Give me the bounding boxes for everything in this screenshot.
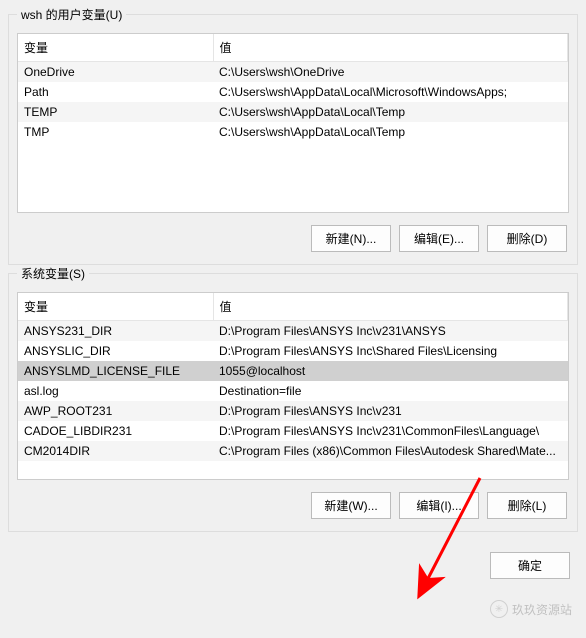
user-edit-button[interactable]: 编辑(E)... [399, 225, 479, 252]
cell-value: D:\Program Files\ANSYS Inc\Shared Files\… [213, 341, 568, 361]
table-row[interactable]: PathC:\Users\wsh\AppData\Local\Microsoft… [18, 82, 568, 102]
table-row[interactable]: CM2014DIRC:\Program Files (x86)\Common F… [18, 441, 568, 461]
table-row[interactable]: TMPC:\Users\wsh\AppData\Local\Temp [18, 122, 568, 142]
system-delete-button[interactable]: 删除(L) [487, 492, 567, 519]
cell-variable: CM2014DIR [18, 441, 213, 461]
table-row[interactable]: ANSYSLMD_LICENSE_FILE1055@localhost [18, 361, 568, 381]
system-edit-button[interactable]: 编辑(I)... [399, 492, 479, 519]
user-group-title: wsh 的用户变量(U) [17, 6, 126, 23]
watermark: ✳ 玖玖资源站 [490, 600, 572, 618]
cell-variable: CADOE_LIBDIR231 [18, 421, 213, 441]
cell-variable: ANSYSLIC_DIR [18, 341, 213, 361]
cell-variable: asl.log [18, 381, 213, 401]
cell-variable: Path [18, 82, 213, 102]
system-col-variable[interactable]: 变量 [18, 293, 213, 321]
table-row[interactable]: CADOE_LIBDIR231D:\Program Files\ANSYS In… [18, 421, 568, 441]
table-row[interactable]: asl.logDestination=file [18, 381, 568, 401]
table-row[interactable]: TEMPC:\Users\wsh\AppData\Local\Temp [18, 102, 568, 122]
cell-value: C:\Users\wsh\AppData\Local\Temp [213, 122, 568, 142]
user-col-variable[interactable]: 变量 [18, 34, 213, 62]
cell-variable: TMP [18, 122, 213, 142]
system-group-title: 系统变量(S) [17, 265, 89, 282]
wechat-icon: ✳ [490, 600, 508, 618]
user-variables-table-wrap: 变量 值 OneDriveC:\Users\wsh\OneDrivePathC:… [17, 33, 569, 213]
system-new-button[interactable]: 新建(W)... [311, 492, 391, 519]
cell-variable: OneDrive [18, 62, 213, 83]
system-variables-table[interactable]: 变量 值 ANSYS231_DIRD:\Program Files\ANSYS … [18, 293, 568, 461]
cell-variable: ANSYS231_DIR [18, 321, 213, 342]
user-button-row: 新建(N)... 编辑(E)... 删除(D) [17, 213, 569, 256]
dialog-footer: 确定 [0, 532, 586, 587]
watermark-text: 玖玖资源站 [512, 601, 572, 618]
table-row[interactable]: ANSYS231_DIRD:\Program Files\ANSYS Inc\v… [18, 321, 568, 342]
table-row[interactable]: OneDriveC:\Users\wsh\OneDrive [18, 62, 568, 83]
user-new-button[interactable]: 新建(N)... [311, 225, 391, 252]
system-variables-group: 系统变量(S) 变量 值 ANSYS231_DIRD:\Program File… [8, 273, 578, 532]
user-delete-button[interactable]: 删除(D) [487, 225, 567, 252]
cell-value: D:\Program Files\ANSYS Inc\v231\ANSYS [213, 321, 568, 342]
system-col-value[interactable]: 值 [213, 293, 568, 321]
cell-value: C:\Users\wsh\AppData\Local\Temp [213, 102, 568, 122]
user-variables-table[interactable]: 变量 值 OneDriveC:\Users\wsh\OneDrivePathC:… [18, 34, 568, 142]
cell-variable: TEMP [18, 102, 213, 122]
cell-value: 1055@localhost [213, 361, 568, 381]
cell-value: C:\Program Files (x86)\Common Files\Auto… [213, 441, 568, 461]
cell-value: D:\Program Files\ANSYS Inc\v231 [213, 401, 568, 421]
cell-value: D:\Program Files\ANSYS Inc\v231\CommonFi… [213, 421, 568, 441]
cell-variable: AWP_ROOT231 [18, 401, 213, 421]
system-button-row: 新建(W)... 编辑(I)... 删除(L) [17, 480, 569, 523]
cell-value: C:\Users\wsh\OneDrive [213, 62, 568, 83]
user-col-value[interactable]: 值 [213, 34, 568, 62]
table-row[interactable]: AWP_ROOT231D:\Program Files\ANSYS Inc\v2… [18, 401, 568, 421]
cell-variable: ANSYSLMD_LICENSE_FILE [18, 361, 213, 381]
user-variables-group: wsh 的用户变量(U) 变量 值 OneDriveC:\Users\wsh\O… [8, 14, 578, 265]
cell-value: Destination=file [213, 381, 568, 401]
table-row[interactable]: ANSYSLIC_DIRD:\Program Files\ANSYS Inc\S… [18, 341, 568, 361]
cell-value: C:\Users\wsh\AppData\Local\Microsoft\Win… [213, 82, 568, 102]
system-variables-table-wrap: 变量 值 ANSYS231_DIRD:\Program Files\ANSYS … [17, 292, 569, 480]
ok-button[interactable]: 确定 [490, 552, 570, 579]
